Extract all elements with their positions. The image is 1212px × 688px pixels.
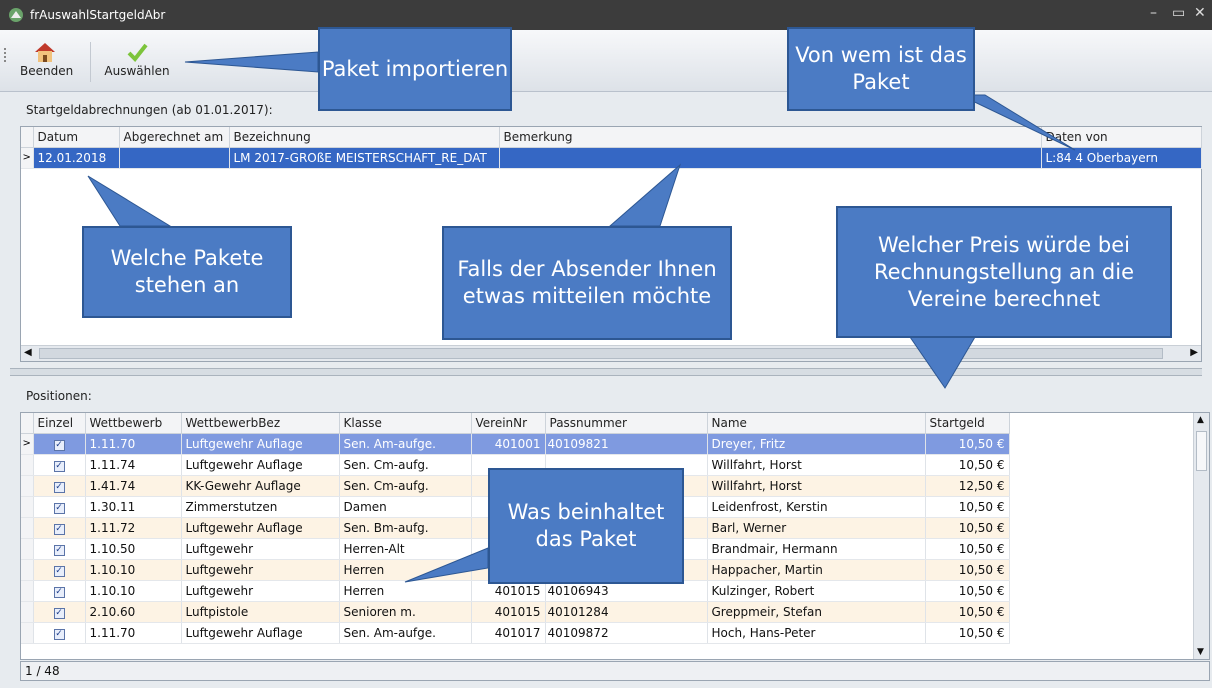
callout-welche: Welche Pakete stehen an xyxy=(82,226,292,318)
callout-paket: Paket importieren xyxy=(318,27,512,111)
arrow-absender xyxy=(608,163,682,227)
callout-absender: Falls der Absender Ihnen etwas mitteilen… xyxy=(442,226,732,340)
arrow-welche xyxy=(87,175,172,227)
callout-inhalt: Was beinhaltet das Paket xyxy=(488,468,684,584)
callout-arrows xyxy=(87,51,1076,583)
callout-von-wem: Von wem ist das Paket xyxy=(787,27,975,111)
app-window: frAuswahlStartgeldAbr – ▭ ✕ Beenden Ausw… xyxy=(0,0,1212,688)
arrow-preis xyxy=(909,336,976,389)
arrow-von-wem xyxy=(959,94,1076,151)
callout-preis: Welcher Preis würde bei Rechnungstellung… xyxy=(836,206,1172,338)
arrow-paket xyxy=(184,51,319,73)
arrow-inhalt xyxy=(404,547,489,583)
